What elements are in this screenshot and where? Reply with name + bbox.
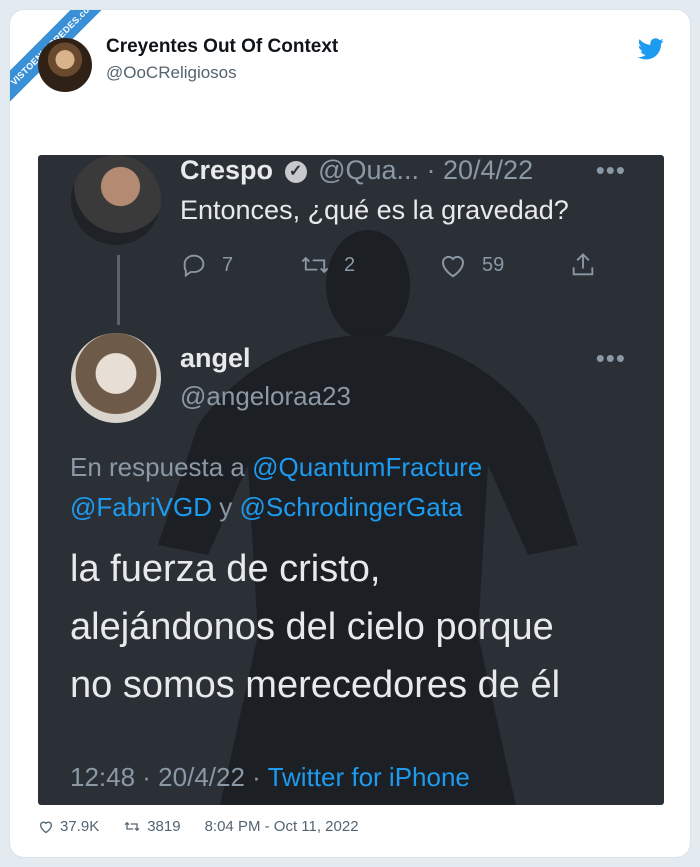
mention-link[interactable]: @QuantumFracture <box>252 452 482 482</box>
tweet2-line: no somos merecedores de él <box>70 664 561 706</box>
embedded-screenshot: Crespo ✓ @Qua... · 20/4/22 ••• Entonces,… <box>38 155 664 805</box>
author-name[interactable]: Creyentes Out Of Context <box>106 36 338 58</box>
reply-icon <box>183 254 205 278</box>
crespo-avatar[interactable] <box>71 155 161 245</box>
mention-link[interactable]: @FabriVGD <box>70 492 212 522</box>
reply-count: 7 <box>222 253 234 276</box>
tweet2-meta: 12:48 · 20/4/22 · Twitter for iPhone <box>70 762 470 793</box>
footer-like-count: 37.9K <box>60 818 100 835</box>
mention-link[interactable]: @SchrodingerGata <box>239 492 462 522</box>
tweet2-line: alejándonos del cielo porque <box>70 606 554 648</box>
tweet2-source[interactable]: Twitter for iPhone <box>268 762 470 792</box>
verified-icon: ✓ <box>284 160 307 183</box>
tweet1-text: Entonces, ¿qué es la gravedad? <box>180 195 569 225</box>
retweet-action[interactable]: 2 <box>300 251 355 279</box>
footer-retweet-count: 3819 <box>147 818 181 835</box>
tweet2-line: la fuerza de cristo, <box>70 548 381 590</box>
heart-icon <box>441 255 465 278</box>
tweet2-name[interactable]: angel <box>180 343 251 374</box>
tweet-card: VISTOENLASREDES.com Creyentes Out Of Con… <box>10 10 690 857</box>
retweet-icon[interactable] <box>123 819 141 834</box>
share-icon <box>572 253 594 276</box>
author-handle[interactable]: @OoCReligiosos <box>106 63 237 83</box>
author-avatar[interactable] <box>38 38 92 92</box>
reply-action[interactable]: 7 <box>180 251 233 279</box>
reply-prefix: En respuesta a <box>70 452 245 482</box>
share-action[interactable] <box>568 251 598 279</box>
footer-timestamp[interactable]: 8:04 PM - Oct 11, 2022 <box>205 818 359 835</box>
heart-icon[interactable] <box>38 819 54 834</box>
thread-line <box>117 255 120 325</box>
tweet2-text: la fuerza de cristo, alejándonos del cie… <box>70 540 560 714</box>
tweet1-header: Crespo ✓ @Qua... · 20/4/22 <box>180 155 533 186</box>
tweet2-time-date[interactable]: 12:48 · 20/4/22 · <box>70 762 261 792</box>
like-count: 59 <box>482 253 505 276</box>
reply-and: y <box>219 492 233 522</box>
retweet-count: 2 <box>344 253 356 276</box>
tweet1-handle-date[interactable]: @Qua... · 20/4/22 <box>318 155 533 185</box>
more-icon[interactable]: ••• <box>596 155 626 186</box>
tweet1-name[interactable]: Crespo <box>180 155 273 185</box>
reply-to-line: En respuesta a @QuantumFracture @FabriVG… <box>70 447 482 527</box>
retweet-icon <box>301 256 329 274</box>
angel-avatar[interactable] <box>71 333 161 423</box>
tweet2-handle[interactable]: @angeloraa23 <box>180 381 351 412</box>
more-icon-2[interactable]: ••• <box>596 343 626 374</box>
twitter-bird-icon[interactable] <box>638 38 664 60</box>
tweet-footer: 37.9K 3819 8:04 PM - Oct 11, 2022 <box>38 818 359 835</box>
like-action[interactable]: 59 <box>438 251 504 279</box>
